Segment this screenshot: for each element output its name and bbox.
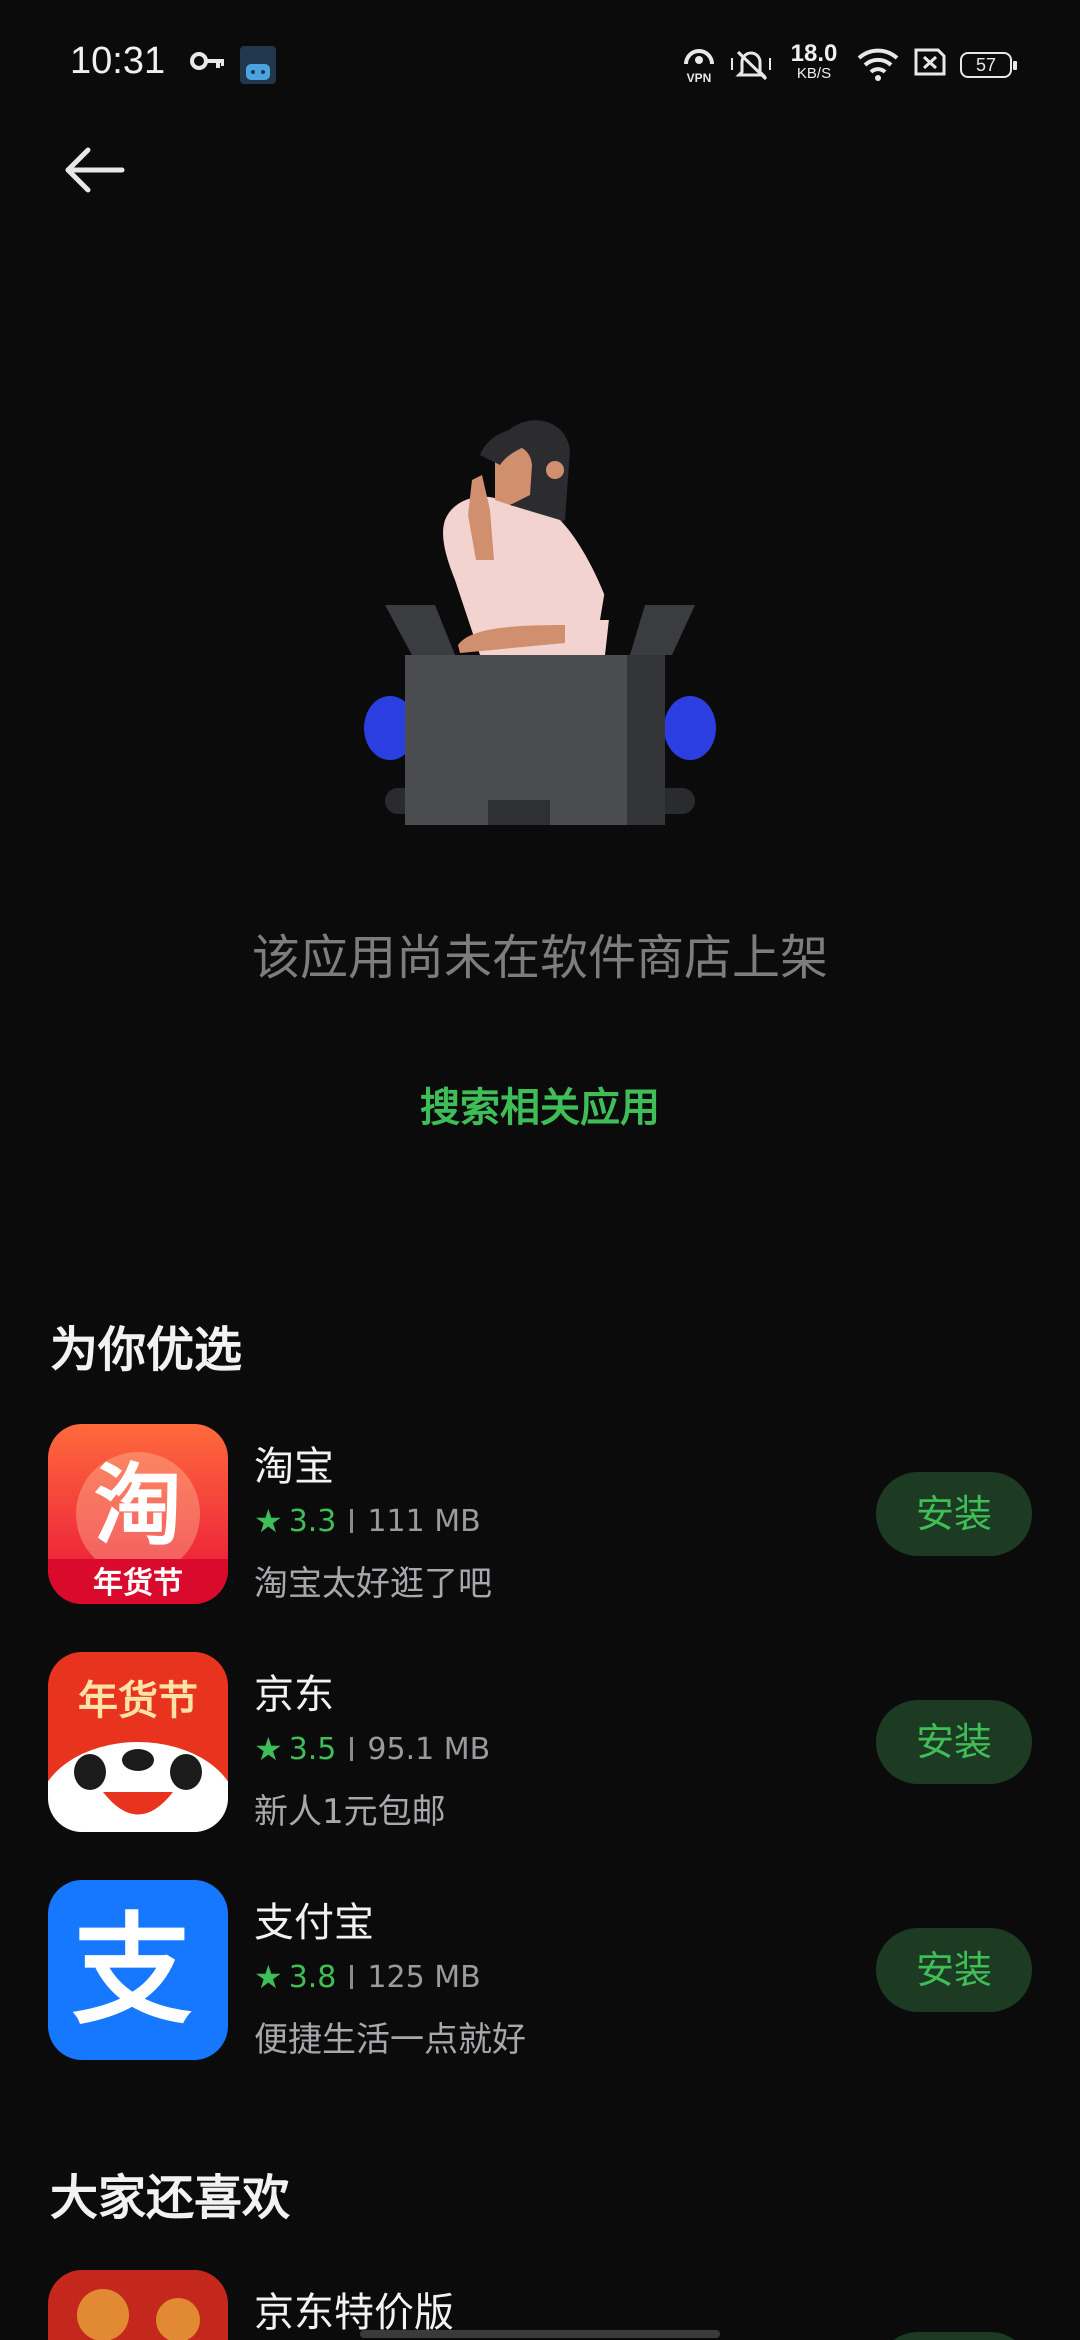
star-icon: ★ bbox=[254, 1958, 283, 1996]
install-button-jd-lite[interactable] bbox=[876, 2332, 1032, 2340]
meta-divider bbox=[350, 1509, 354, 1533]
app-description: 淘宝太好逛了吧 bbox=[254, 1564, 492, 1604]
app-description: 便捷生活一点就好 bbox=[254, 2020, 526, 2060]
app-size: 125 MB bbox=[367, 1959, 481, 1995]
app-meta: ★ 3.8 125 MB bbox=[254, 1958, 481, 1996]
app-rating: 3.5 bbox=[288, 1731, 337, 1767]
app-description: 新人1元包邮 bbox=[254, 1792, 446, 1832]
svg-text:年货节: 年货节 bbox=[78, 1678, 198, 1724]
app-size: 95.1 MB bbox=[367, 1731, 491, 1767]
install-button-alipay[interactable]: 安装 bbox=[876, 1928, 1032, 2012]
mute-icon bbox=[731, 50, 771, 81]
taobao-app-icon: 淘 年货节 bbox=[48, 1424, 228, 1604]
network-speed: 18.0 KB/S bbox=[790, 40, 838, 82]
svg-text:年货节: 年货节 bbox=[93, 1566, 183, 1601]
app-item-taobao[interactable]: 淘 年货节 淘宝 ★ 3.3 111 MB 淘宝太好逛了吧 安装 bbox=[0, 1424, 1080, 1609]
app-item-alipay[interactable]: 支 支付宝 ★ 3.8 125 MB 便捷生活一点就好 安装 bbox=[0, 1880, 1080, 2065]
install-button-jd[interactable]: 安装 bbox=[876, 1700, 1032, 1784]
key-icon bbox=[190, 52, 224, 70]
search-related-apps-link[interactable]: 搜索相关应用 bbox=[340, 1075, 740, 1133]
sim-icon bbox=[914, 48, 946, 76]
bilibili-icon bbox=[240, 46, 276, 84]
app-rating: 3.8 bbox=[288, 1959, 337, 1995]
svg-text:VPN: VPN bbox=[687, 71, 712, 84]
section-title-recommended: 为你优选 bbox=[50, 1322, 243, 1378]
svg-text:支: 支 bbox=[72, 1902, 192, 2041]
alipay-app-icon: 支 bbox=[48, 1880, 228, 2060]
empty-state-message: 该应用尚未在软件商店上架 bbox=[251, 930, 828, 986]
app-meta: ★ 3.3 111 MB bbox=[254, 1502, 481, 1540]
section-title-also-like: 大家还喜欢 bbox=[50, 2170, 291, 2226]
app-meta: ★ 3.5 95.1 MB bbox=[254, 1730, 490, 1768]
wifi-icon bbox=[857, 48, 899, 81]
svg-text:淘: 淘 bbox=[94, 1454, 182, 1557]
star-icon: ★ bbox=[254, 1502, 283, 1540]
app-size: 111 MB bbox=[367, 1503, 481, 1539]
meta-divider bbox=[350, 1737, 354, 1761]
jd-lite-app-icon bbox=[48, 2270, 228, 2340]
battery-icon: 57 bbox=[960, 52, 1017, 78]
status-time: 10:31 bbox=[70, 40, 166, 82]
back-arrow-icon[interactable] bbox=[60, 140, 140, 200]
app-name: 淘宝 bbox=[254, 1444, 334, 1490]
meta-divider bbox=[350, 1965, 354, 1989]
app-name: 京东 bbox=[254, 1672, 334, 1718]
app-item-jd[interactable]: 年货节 京东 ★ 3.5 95.1 MB 新人1元包邮 安装 bbox=[0, 1652, 1080, 1837]
empty-state-illustration bbox=[364, 420, 716, 825]
jd-app-icon: 年货节 bbox=[48, 1652, 228, 1832]
star-icon: ★ bbox=[254, 1730, 283, 1768]
status-bar: 10:31 VPN 18.0 KB/S 57 bbox=[0, 0, 1080, 130]
vpn-icon: VPN bbox=[684, 49, 714, 84]
install-button-taobao[interactable]: 安装 bbox=[876, 1472, 1032, 1556]
app-rating: 3.3 bbox=[288, 1503, 337, 1539]
app-name: 支付宝 bbox=[254, 1900, 374, 1946]
home-indicator bbox=[360, 2330, 720, 2338]
